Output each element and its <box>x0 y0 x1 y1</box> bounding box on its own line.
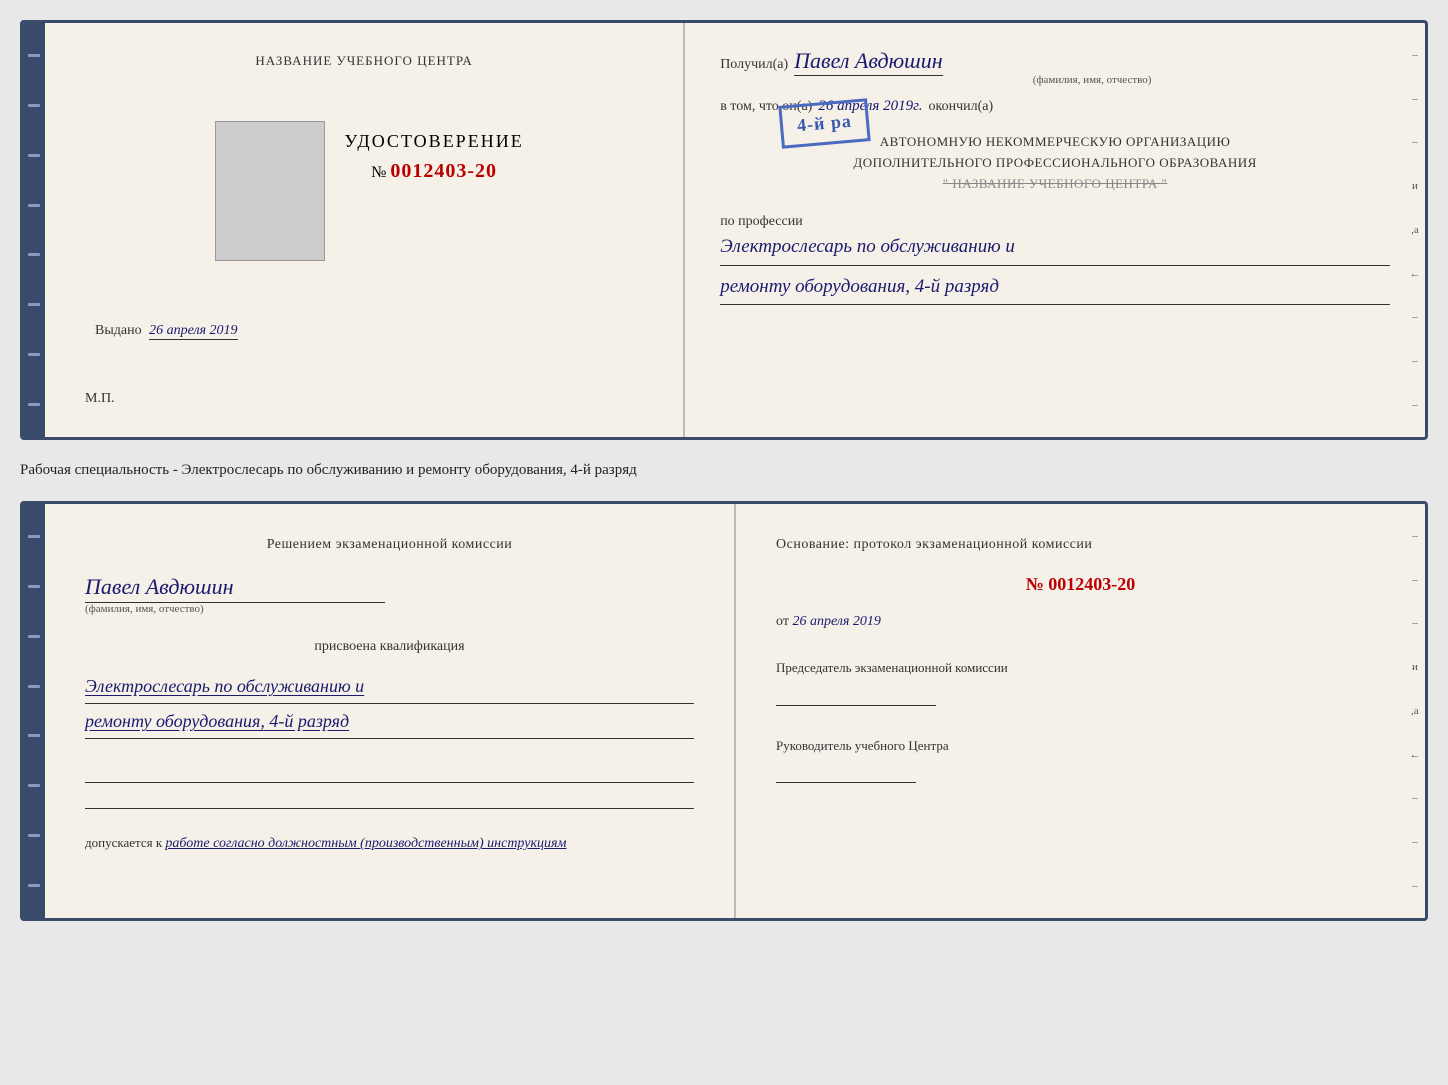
cert1-number-block: УДОСТОВЕРЕНИЕ № 0012403-20 <box>345 131 524 251</box>
right-decorations-1: – – – и ,а ← – – – <box>1405 23 1425 437</box>
cert1-stamp-text: 4-й ра <box>796 111 852 136</box>
cert2-protocol-number: № 0012403-20 <box>776 574 1385 595</box>
cert2-fio-label: (фамилия, имя, отчество) <box>85 603 204 615</box>
cert1-org-block: 4-й ра АВТОНОМНУЮ НЕКОММЕРЧЕСКУЮ ОРГАНИЗ… <box>720 132 1390 194</box>
cert2-admission-label: допускается к <box>85 835 162 850</box>
caption-text: Рабочая специальность - Электрослесарь п… <box>20 458 1428 483</box>
cert1-received-label: Получил(а) <box>720 57 788 73</box>
cert1-profession-block: по профессии Электрослесарь по обслужива… <box>720 214 1390 304</box>
cert1-issue-line: Выдано 26 апреля 2019 <box>95 323 238 339</box>
cert2-decision-title: Решением экзаменационной комиссии <box>85 534 694 555</box>
cert2-sig-lines <box>85 763 694 809</box>
cert2-qual-line2: ремонту оборудования, 4-й разряд <box>85 704 694 739</box>
cert2-date-prefix: от <box>776 614 789 629</box>
spine-left-2 <box>23 504 45 918</box>
cert1-profession-line2: ремонту оборудования, 4-й разряд <box>720 270 1390 305</box>
cert2-director-block: Руководитель учебного Центра <box>776 736 1385 784</box>
cert2-director-sig <box>776 763 916 783</box>
cert2-chairman-sig <box>776 686 936 706</box>
cert1-profession-line1: Электрослесарь по обслуживанию и <box>720 230 1390 265</box>
cert1-received-line: Получил(а) Павел Авдюшин (фамилия, имя, … <box>720 48 1390 86</box>
cert2-number: 0012403-20 <box>1048 574 1135 594</box>
cert2-chairman-label: Председатель экзаменационной комиссии <box>776 658 1385 678</box>
cert2-protocol-date: от 26 апреля 2019 <box>776 614 1385 630</box>
cert1-training-center-title: НАЗВАНИЕ УЧЕБНОГО ЦЕНТРА <box>255 53 472 69</box>
certificate-book-2: Решением экзаменационной комиссии Павел … <box>20 501 1428 921</box>
cert2-left-page: Решением экзаменационной комиссии Павел … <box>45 504 736 918</box>
cert1-number: 0012403-20 <box>390 160 497 182</box>
cert1-doc-label: УДОСТОВЕРЕНИЕ <box>345 131 524 152</box>
cert2-name-block: Павел Авдюшин (фамилия, имя, отчество) <box>85 574 694 615</box>
cert1-left-page: НАЗВАНИЕ УЧЕБНОГО ЦЕНТРА УДОСТОВЕРЕНИЕ №… <box>45 23 685 437</box>
spine-left-1 <box>23 23 45 437</box>
right-decorations-2: – – – и ,а ← – – – <box>1405 504 1425 918</box>
cert1-recipient-name: Павел Авдюшин <box>794 48 942 76</box>
cert2-number-prefix: № <box>1026 574 1044 594</box>
cert1-finished-label: окончил(а) <box>929 99 994 115</box>
cert2-name: Павел Авдюшин <box>85 574 385 603</box>
cert2-admission-block: допускается к работе согласно должностны… <box>85 835 694 852</box>
cert2-date: 26 апреля 2019 <box>792 614 880 629</box>
cert2-admission-text: работе согласно должностным (производств… <box>165 836 566 851</box>
cert1-issued-date: 26 апреля 2019 <box>149 323 237 340</box>
cert2-qual-block: Электрослесарь по обслуживанию и ремонту… <box>85 669 694 739</box>
cert1-org-name: " НАЗВАНИЕ УЧЕБНОГО ЦЕНТРА " <box>720 174 1390 195</box>
cert1-mp: М.П. <box>85 391 115 407</box>
cert2-right-page: Основание: протокол экзаменационной коми… <box>736 504 1425 918</box>
certificate-book-1: НАЗВАНИЕ УЧЕБНОГО ЦЕНТРА УДОСТОВЕРЕНИЕ №… <box>20 20 1428 440</box>
cert1-org-line2: ДОПОЛНИТЕЛЬНОГО ПРОФЕССИОНАЛЬНОГО ОБРАЗО… <box>720 153 1390 174</box>
cert1-stamp: 4-й ра <box>778 98 870 149</box>
cert1-right-page: Получил(а) Павел Авдюшин (фамилия, имя, … <box>685 23 1425 437</box>
cert2-osnov-title: Основание: протокол экзаменационной коми… <box>776 534 1385 555</box>
photo-placeholder <box>215 121 325 261</box>
cert1-issued-label: Выдано <box>95 323 142 338</box>
cert2-director-label: Руководитель учебного Центра <box>776 736 1385 756</box>
cert2-qual-line1: Электрослесарь по обслуживанию и <box>85 669 694 704</box>
cert2-assigned-label: присвоена квалификация <box>85 639 694 655</box>
cert1-profession-label: по профессии <box>720 214 1390 230</box>
cert2-chairman-block: Председатель экзаменационной комиссии <box>776 658 1385 706</box>
cert1-number-prefix: № <box>371 164 386 181</box>
